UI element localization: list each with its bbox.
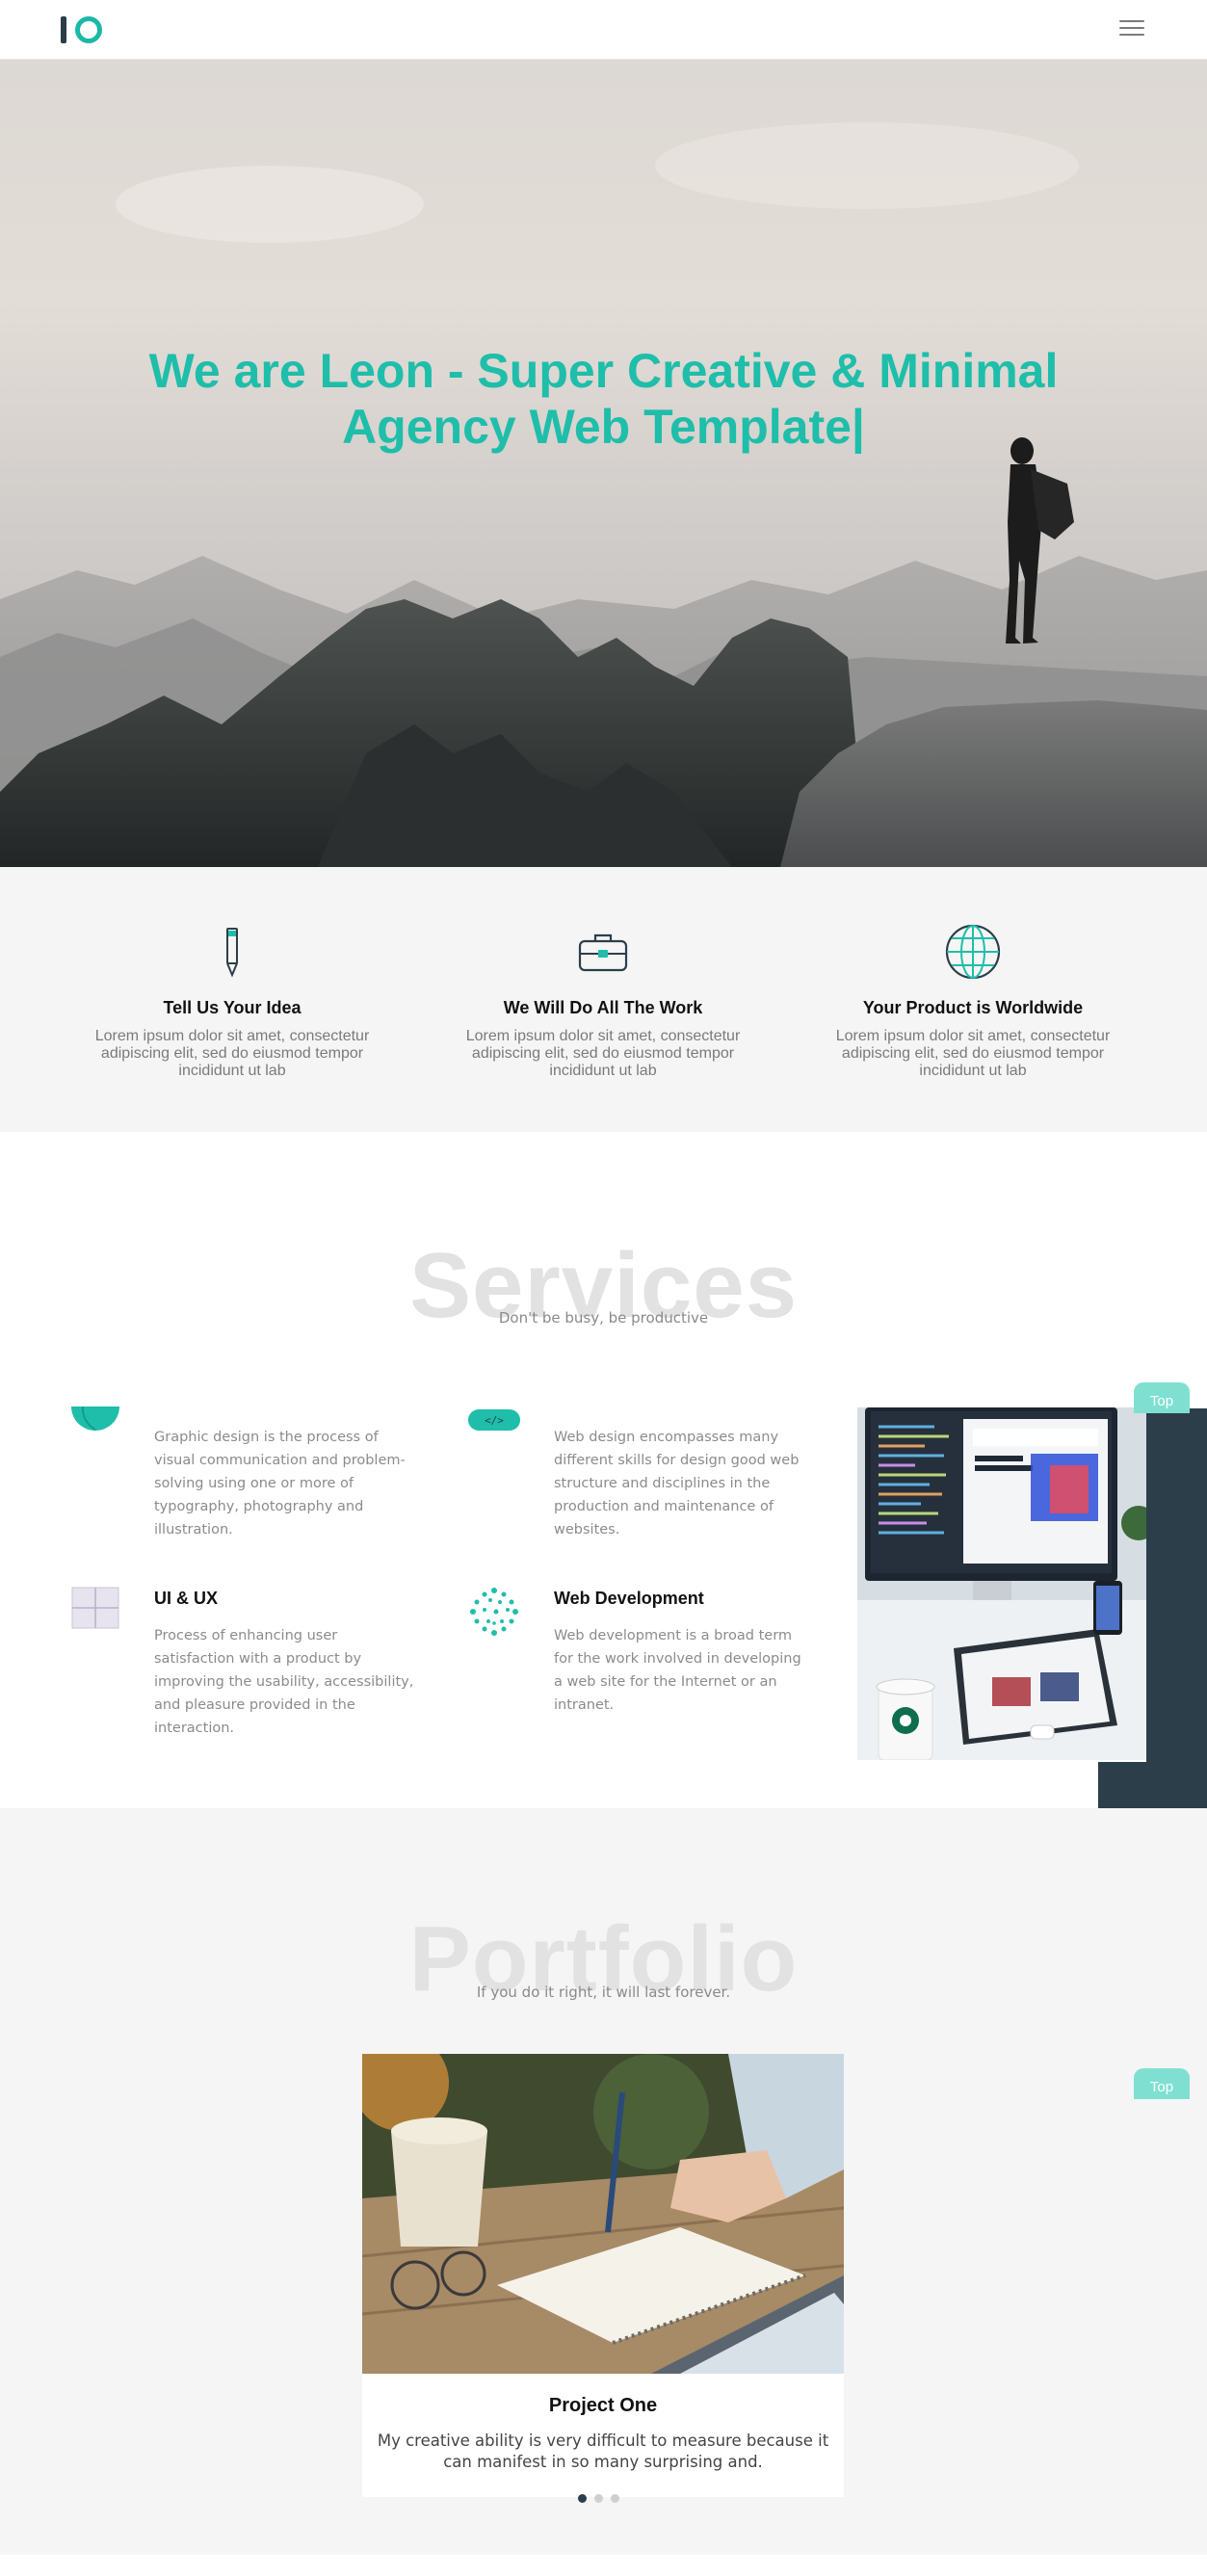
svg-text:</>: </> <box>485 1414 504 1427</box>
workspace-image <box>857 1407 1146 1760</box>
hero-title: We are Leon - Super Creative & Minimal A… <box>148 344 1059 454</box>
pencil-icon <box>198 923 266 981</box>
service-text: Process of enhancing user satisfaction w… <box>154 1628 414 1736</box>
service-title: UI & UX <box>154 1589 219 1608</box>
logo[interactable] <box>61 12 102 48</box>
carousel-pagination <box>578 2494 619 2503</box>
carousel-dot[interactable] <box>578 2494 587 2503</box>
service-item: Graphic design is the process of visual … <box>71 1406 414 1541</box>
feature-text: Lorem ipsum dolor sit amet, consectetur … <box>94 1028 370 1079</box>
layout-icon <box>71 1587 119 1633</box>
hamburger-menu-icon[interactable] <box>1119 16 1144 39</box>
logo-bar-mark <box>61 16 66 43</box>
back-to-top-button[interactable]: Top <box>1134 1382 1190 1413</box>
hero-mountain-image <box>0 122 1207 867</box>
project-description: My creative ability is very difficult to… <box>377 2431 829 2471</box>
services-subheading: Don't be busy, be productive <box>498 1309 709 1327</box>
feature-title: Your Product is Worldwide <box>862 998 1084 1017</box>
feature-text: Lorem ipsum dolor sit amet, consectetur … <box>835 1028 1111 1079</box>
logo-ring-mark <box>75 16 102 43</box>
service-text: Web development is a broad term for the … <box>554 1628 801 1713</box>
dots-network-icon <box>465 1583 523 1644</box>
project-photo <box>362 2054 844 2374</box>
page-bottom-strip <box>0 2555 1207 2576</box>
portfolio-subheading: If you do it right, it will last forever… <box>476 1984 731 2001</box>
service-text: Web design encompasses many different sk… <box>554 1430 800 1538</box>
services-section: Services Don't be busy, be productive Gr… <box>0 1132 1207 1808</box>
service-text: Graphic design is the process of visual … <box>154 1430 406 1538</box>
page: We are Leon - Super Creative & Minimal A… <box>0 0 1207 2576</box>
code-icon: </> <box>468 1409 520 1434</box>
feature-item: Your Product is Worldwide Lorem ipsum do… <box>809 923 1137 1080</box>
feature-item: We Will Do All The Work Lorem ipsum dolo… <box>439 923 767 1080</box>
carousel-dot[interactable] <box>611 2494 619 2503</box>
service-item: Web Development Web development is a bro… <box>470 1588 814 1717</box>
service-item: </> Web design encompasses many differen… <box>468 1409 814 1541</box>
feature-text: Lorem ipsum dolor sit amet, consectetur … <box>465 1028 741 1079</box>
carousel-dot[interactable] <box>594 2494 603 2503</box>
site-header <box>0 0 1207 60</box>
project-title: Project One <box>548 2395 658 2416</box>
feature-title: We Will Do All The Work <box>503 998 703 1017</box>
decorative-dark-block <box>1146 1408 1207 1808</box>
back-to-top-button[interactable]: Top <box>1134 2068 1190 2099</box>
service-item: UI & UX Process of enhancing user satisf… <box>71 1587 414 1740</box>
globe-icon <box>71 1406 119 1439</box>
hero-section: We are Leon - Super Creative & Minimal A… <box>0 60 1207 867</box>
briefcase-icon <box>569 923 637 981</box>
service-title: Web Development <box>554 1589 704 1608</box>
globe-icon <box>939 923 1007 981</box>
portfolio-section: Portfolio If you do it right, it will la… <box>0 1808 1207 2555</box>
feature-title: Tell Us Your Idea <box>163 998 302 1017</box>
feature-item: Tell Us Your Idea Lorem ipsum dolor sit … <box>68 923 396 1080</box>
portfolio-card[interactable]: Project One My creative ability is very … <box>362 2054 844 2497</box>
features-section: Tell Us Your Idea Lorem ipsum dolor sit … <box>0 867 1207 1132</box>
